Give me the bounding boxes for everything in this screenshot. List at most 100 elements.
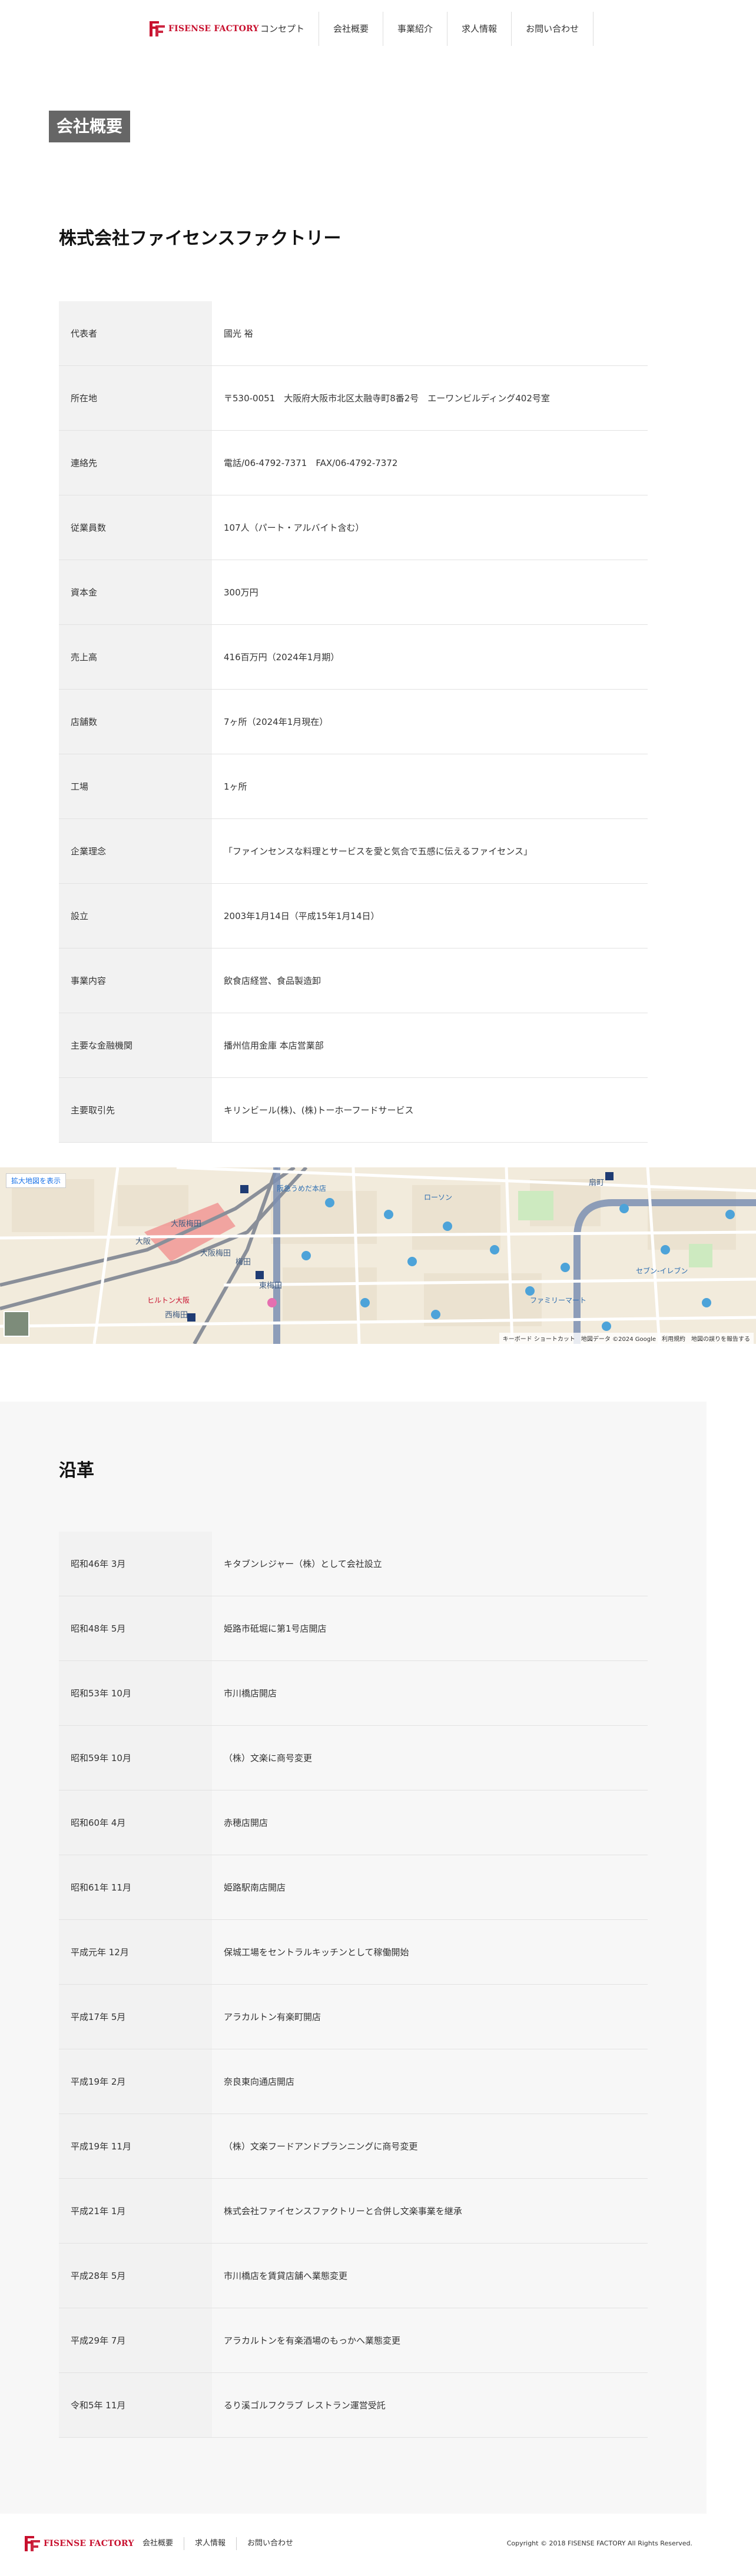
- history-row-value: 赤穂店開店: [212, 1790, 648, 1855]
- history-row: 昭和46年 3月 キタブンレジャー（株）として会社設立: [59, 1532, 648, 1596]
- company-info-row: 連絡先 電話/06-4792-7371 FAX/06-4792-7372: [59, 430, 648, 495]
- company-info-row: 工場 1ヶ所: [59, 754, 648, 819]
- map-label-hilton: ヒルトン大阪: [147, 1296, 190, 1304]
- company-info-row-value: 飲食店経営、食品製造卸: [212, 948, 648, 1013]
- history-row-label: 平成21年 1月: [59, 2178, 212, 2244]
- google-map[interactable]: 大阪梅田 大阪 梅田 東梅田 西梅田 大阪梅田 扇町 ヒルトン大阪 ローソン フ…: [0, 1167, 756, 1344]
- nav-item-business[interactable]: 事業紹介: [383, 12, 447, 46]
- history-table: 昭和46年 3月 キタブンレジャー（株）として会社設立 昭和48年 5月 姫路市砥堀に…: [59, 1532, 648, 2438]
- history-row-label: 平成19年 2月: [59, 2049, 212, 2114]
- company-info-row: 資本金 300万円: [59, 560, 648, 625]
- history-row-value: アラカルトン有楽町開店: [212, 1984, 648, 2049]
- nav-item-company[interactable]: 会社概要: [319, 12, 383, 46]
- map-label-osaka-umeda-2: 大阪梅田: [200, 1249, 231, 1258]
- site-logo[interactable]: FISENSE FACTORY: [148, 20, 259, 38]
- company-info-row: 事業内容 飲食店経営、食品製造卸: [59, 948, 648, 1013]
- company-info-row-label: 事業内容: [59, 948, 212, 1013]
- nav-item-recruit[interactable]: 求人情報: [447, 12, 511, 46]
- company-info-row: 主要取引先 キリンビール(株)、(株)トーホーフードサービス: [59, 1077, 648, 1143]
- ff-logo-icon: [24, 2535, 41, 2552]
- history-row-value: 姫路市砥堀に第1号店開店: [212, 1596, 648, 1661]
- map-label-lawson: ローソン: [424, 1193, 452, 1202]
- history-row: 昭和61年 11月 姫路駅南店開店: [59, 1855, 648, 1920]
- company-info-row: 従業員数 107人（パート・アルバイト含む）: [59, 495, 648, 560]
- company-info-row-label: 所在地: [59, 365, 212, 431]
- enlarge-map-link[interactable]: 拡大地図を表示: [6, 1173, 67, 1188]
- company-info-row-value: キリンビール(株)、(株)トーホーフードサービス: [212, 1077, 648, 1143]
- company-info-row: 所在地 〒530-0051 大阪府大阪市北区太融寺町8番2号 エーワンビルディング…: [59, 365, 648, 431]
- company-info-row: 主要な金融機関 播州信用金庫 本店営業部: [59, 1013, 648, 1078]
- site-footer: FISENSE FACTORY 会社概要 求人情報 お問い合わせ Copyrig…: [0, 2517, 756, 2576]
- map-label-familymart: ファミリーマート: [530, 1296, 586, 1304]
- map-attribution[interactable]: キーボード ショートカット 地図データ ©2024 Google 利用規約 地図…: [499, 1333, 754, 1344]
- company-info-row-label: 従業員数: [59, 495, 212, 560]
- company-info-row-label: 店舗数: [59, 689, 212, 754]
- map-label-nishi-umeda: 西梅田: [165, 1311, 188, 1320]
- company-info-row-value: 〒530-0051 大阪府大阪市北区太融寺町8番2号 エーワンビルディング402…: [212, 365, 648, 431]
- company-info-row-value: 416百万円（2024年1月期）: [212, 624, 648, 690]
- company-info-row-value: 國光 裕: [212, 301, 648, 366]
- nav-item-contact[interactable]: お問い合わせ: [511, 12, 594, 46]
- footer-nav-contact[interactable]: お問い合わせ: [236, 2537, 304, 2550]
- footer-logo-text: FISENSE FACTORY: [44, 2539, 134, 2548]
- footer-logo[interactable]: FISENSE FACTORY: [24, 2535, 134, 2552]
- map-canvas[interactable]: 大阪梅田 大阪 梅田 東梅田 西梅田 大阪梅田 扇町 ヒルトン大阪 ローソン フ…: [0, 1167, 756, 1344]
- map-label-ogimachi: 扇町: [589, 1178, 604, 1187]
- company-info-row-value: 7ヶ所（2024年1月現在）: [212, 689, 648, 754]
- company-name-heading: 株式会社ファイセンスファクトリー: [59, 228, 341, 249]
- history-row: 昭和53年 10月 市川橋店開店: [59, 1660, 648, 1726]
- history-row-label: 昭和60年 4月: [59, 1790, 212, 1855]
- company-info-row: 設立 2003年1月14日（平成15年1月14日）: [59, 883, 648, 948]
- history-row-label: 平成28年 5月: [59, 2243, 212, 2308]
- history-row-label: 平成17年 5月: [59, 1984, 212, 2049]
- map-label-higashi-umeda: 東梅田: [259, 1281, 282, 1290]
- history-row: 平成21年 1月 株式会社ファイセンスファクトリーと合併し文楽事業を継承: [59, 2178, 648, 2244]
- map-label-seven-eleven: セブン-イレブン: [636, 1266, 688, 1275]
- history-row-label: 平成19年 11月: [59, 2114, 212, 2179]
- footer-nav-recruit[interactable]: 求人情報: [184, 2537, 236, 2550]
- history-row-value: 奈良東向通店開店: [212, 2049, 648, 2114]
- map-layer-thumbnail[interactable]: [4, 1311, 29, 1337]
- history-row-value: 市川橋店開店: [212, 1660, 648, 1726]
- map-label-osaka-umeda: 大阪梅田: [171, 1220, 201, 1229]
- page-title-badge: 会社概要: [49, 111, 130, 142]
- nav-item-concept[interactable]: コンセプト: [246, 12, 319, 46]
- company-info-row-value: 107人（パート・アルバイト含む）: [212, 495, 648, 560]
- company-info-row: 売上高 416百万円（2024年1月期）: [59, 624, 648, 690]
- company-info-row-value: 1ヶ所: [212, 754, 648, 819]
- company-info-row: 店舗数 7ヶ所（2024年1月現在）: [59, 689, 648, 754]
- copyright-text: Copyright © 2018 FISENSE FACTORY All Rig…: [506, 2540, 692, 2547]
- history-heading: 沿革: [59, 1460, 94, 1481]
- company-info-row-value: 「ファインセンスな料理とサービスを愛と気合で五感に伝えるファイセンス」: [212, 818, 648, 884]
- main-nav: コンセプト 会社概要 事業紹介 求人情報 お問い合わせ: [246, 12, 594, 46]
- site-header: FISENSE FACTORY コンセプト 会社概要 事業紹介 求人情報 お問い…: [0, 0, 756, 59]
- company-info-row-label: 売上高: [59, 624, 212, 690]
- history-row-value: アラカルトンを有楽酒場のもっかへ業態変更: [212, 2308, 648, 2373]
- company-info-row-label: 資本金: [59, 560, 212, 625]
- history-row: 平成19年 2月 奈良東向通店開店: [59, 2049, 648, 2114]
- history-row: 昭和59年 10月 （株）文楽に商号変更: [59, 1725, 648, 1790]
- history-row: 平成元年 12月 保城工場をセントラルキッチンとして稼働開始: [59, 1919, 648, 1985]
- history-row: 昭和48年 5月 姫路市砥堀に第1号店開店: [59, 1596, 648, 1661]
- history-row-value: 保城工場をセントラルキッチンとして稼働開始: [212, 1919, 648, 1985]
- company-info-row-value: 300万円: [212, 560, 648, 625]
- company-info-row-label: 設立: [59, 883, 212, 948]
- history-row-label: 昭和46年 3月: [59, 1532, 212, 1596]
- logo-text: FISENSE FACTORY: [168, 24, 259, 34]
- footer-nav: 会社概要 求人情報 お問い合わせ: [132, 2537, 304, 2550]
- company-info-row-label: 工場: [59, 754, 212, 819]
- company-info-row-value: 電話/06-4792-7371 FAX/06-4792-7372: [212, 430, 648, 495]
- company-info-row-label: 連絡先: [59, 430, 212, 495]
- history-row: 平成19年 11月 （株）文楽フードアンドプランニングに商号変更: [59, 2114, 648, 2179]
- footer-nav-company[interactable]: 会社概要: [132, 2537, 184, 2550]
- map-label-hankyu: 阪急うめだ本店: [277, 1184, 326, 1193]
- history-row-value: （株）文楽フードアンドプランニングに商号変更: [212, 2114, 648, 2179]
- company-info-row: 企業理念 「ファインセンスな料理とサービスを愛と気合で五感に伝えるファイセンス」: [59, 818, 648, 884]
- history-row: 平成17年 5月 アラカルトン有楽町開店: [59, 1984, 648, 2049]
- history-row: 昭和60年 4月 赤穂店開店: [59, 1790, 648, 1855]
- map-label-umeda: 梅田: [236, 1258, 251, 1267]
- history-row-value: キタブンレジャー（株）として会社設立: [212, 1532, 648, 1596]
- company-info-row-value: 播州信用金庫 本店営業部: [212, 1013, 648, 1078]
- company-info-row-value: 2003年1月14日（平成15年1月14日）: [212, 883, 648, 948]
- company-info-row-label: 主要取引先: [59, 1077, 212, 1143]
